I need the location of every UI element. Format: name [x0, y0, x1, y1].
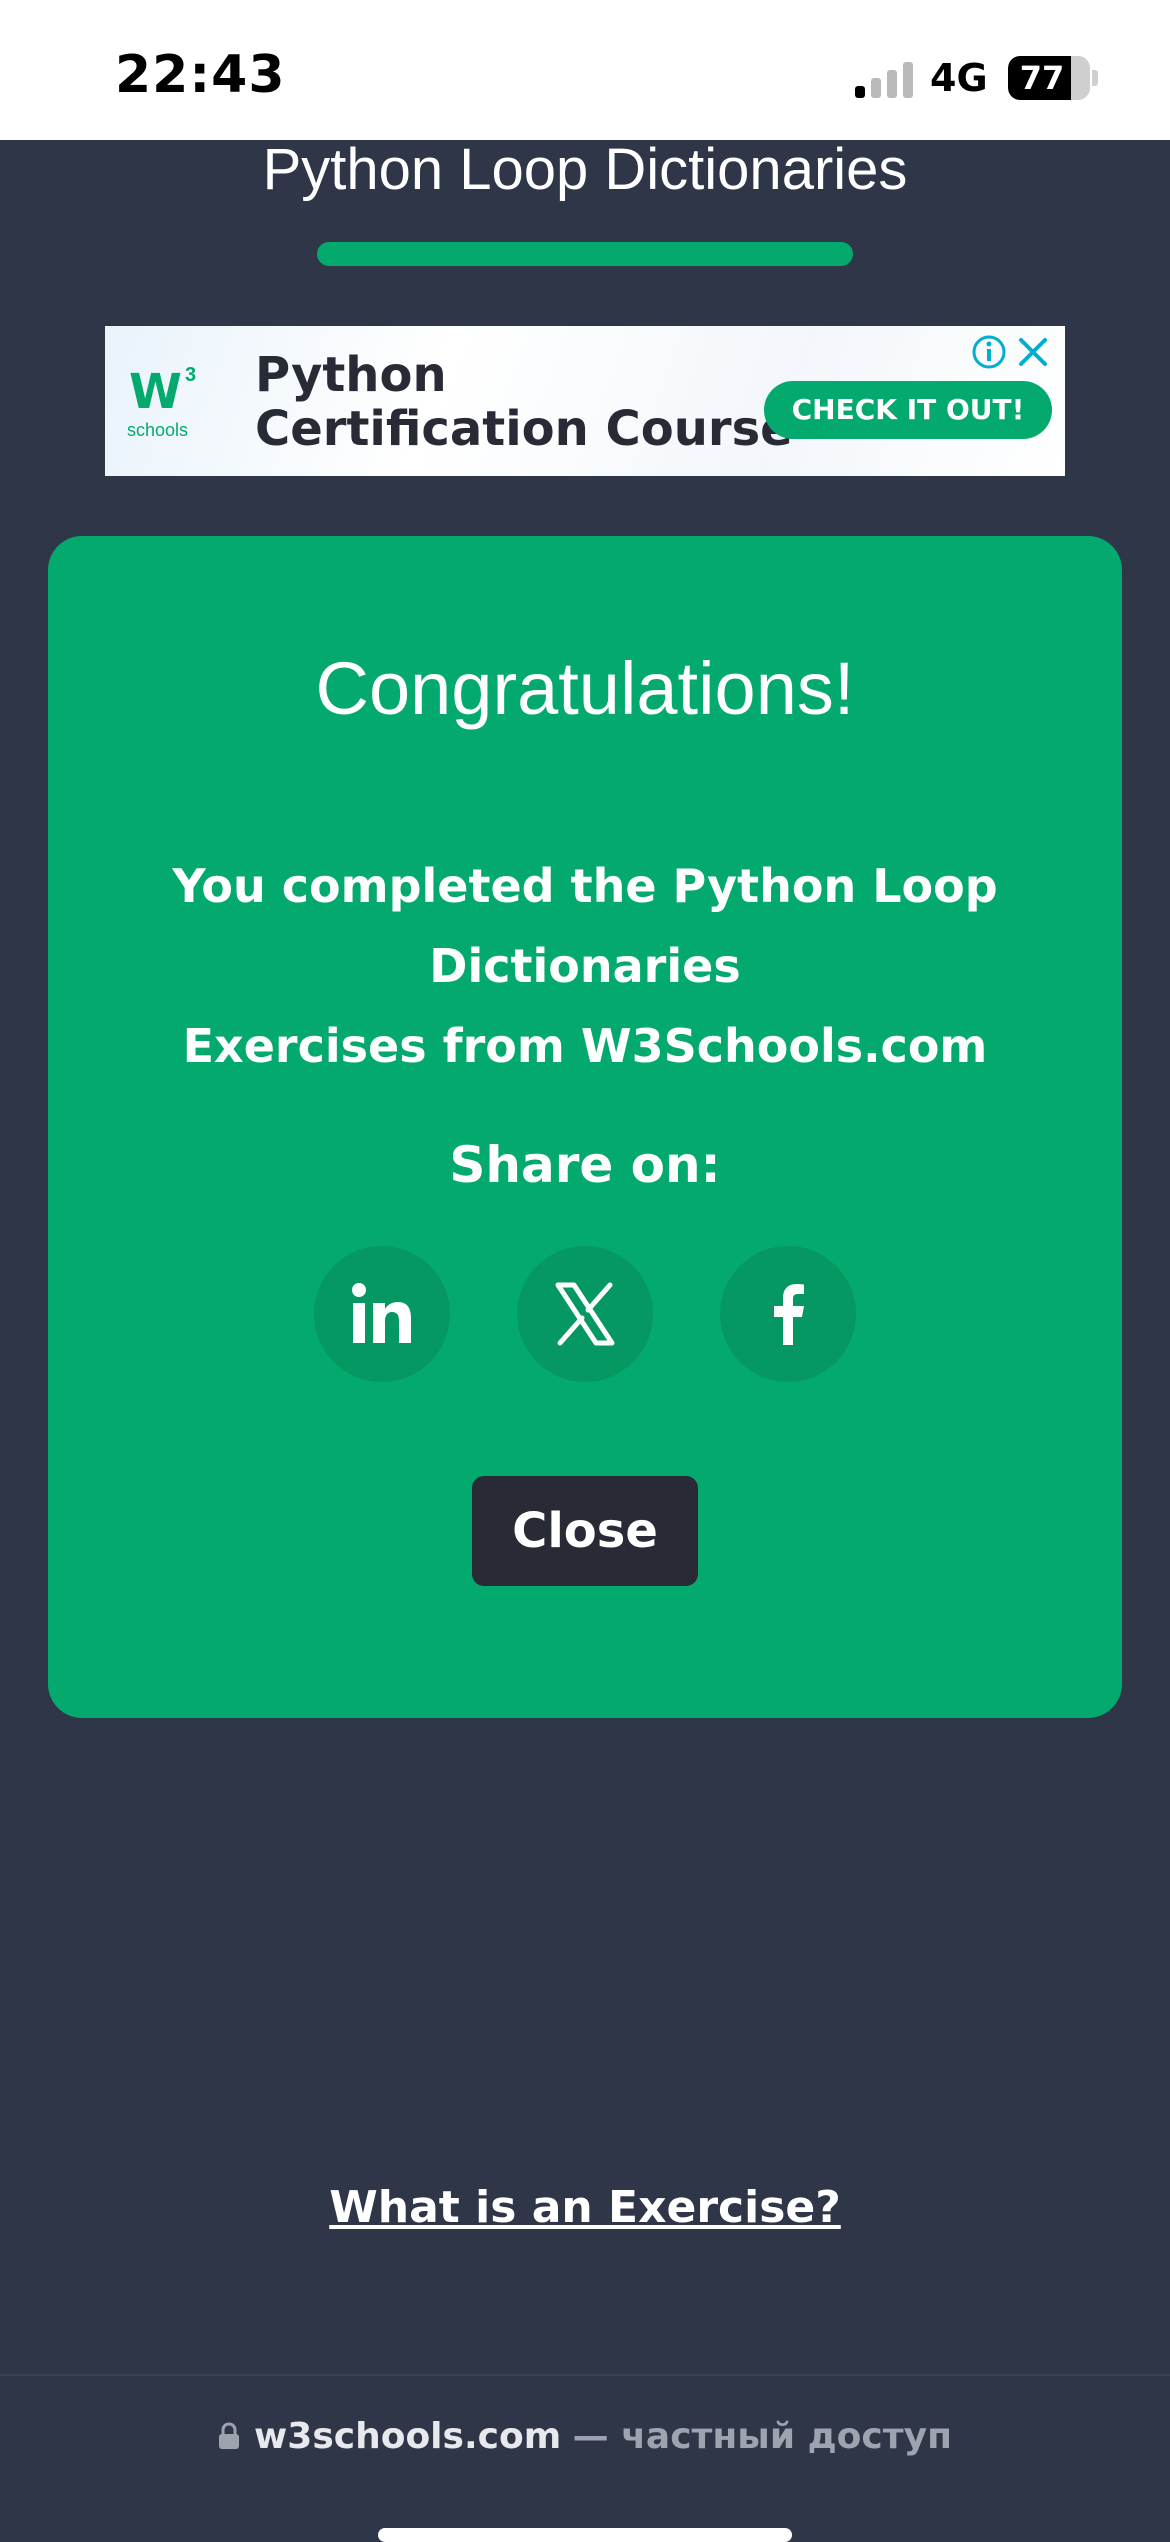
progress-fill [317, 242, 853, 266]
page-title: Python Loop Dictionaries [262, 137, 908, 202]
home-indicator[interactable] [378, 2528, 792, 2542]
modal-heading: Congratulations! [315, 647, 855, 730]
ad-headline: Python Certification Course [255, 348, 793, 456]
clock: 22:43 [115, 45, 286, 105]
battery-tip [1092, 70, 1098, 86]
private-access-text: — частный доступ [572, 2416, 952, 2457]
network-type: 4G [930, 56, 988, 100]
ad-cta-button[interactable]: CHECK IT OUT! [764, 381, 1052, 439]
completion-message-line2: Exercises from W3Schools.com [182, 1019, 988, 1073]
url-display[interactable]: w3schools.com — частный доступ [0, 2416, 1170, 2457]
linkedin-icon [352, 1283, 411, 1343]
logo-superscript: 3 [185, 364, 197, 386]
logo-letter: W [129, 364, 182, 420]
battery-percent: 77 [1019, 59, 1065, 97]
completion-message: You completed the Python Loop Dictionari… [48, 846, 1122, 1086]
completion-message-line1: You completed the Python Loop Dictionari… [172, 859, 998, 993]
share-label: Share on: [449, 1136, 721, 1194]
close-button[interactable]: Close [472, 1476, 698, 1586]
x-icon [555, 1282, 615, 1346]
signal-icon [855, 58, 915, 98]
w3schools-logo: W 3 schools [119, 356, 209, 446]
share-x-button[interactable] [517, 1246, 653, 1382]
status-bar: 22:43 4G 77 [0, 0, 1170, 140]
domain-text: w3schools.com [254, 2416, 562, 2457]
congrats-modal: Congratulations! You completed the Pytho… [48, 536, 1122, 1718]
share-linkedin-button[interactable] [314, 1246, 450, 1382]
close-icon[interactable] [1015, 334, 1051, 370]
ad-banner[interactable]: W 3 schools Python Certification Course … [105, 326, 1065, 476]
share-facebook-button[interactable] [720, 1246, 856, 1382]
logo-subtitle: schools [127, 420, 189, 440]
progress-bar [317, 242, 853, 266]
lock-icon [219, 2422, 240, 2449]
facebook-icon [774, 1284, 804, 1345]
browser-address-bar[interactable]: w3schools.com — частный доступ [0, 2374, 1170, 2534]
info-icon[interactable] [971, 334, 1007, 370]
battery-icon: 77 [1008, 56, 1090, 100]
ad-headline-line2: Certification Course [255, 401, 793, 457]
what-is-exercise-link[interactable]: What is an Exercise? [0, 2182, 1170, 2233]
ad-headline-line1: Python [255, 347, 447, 403]
